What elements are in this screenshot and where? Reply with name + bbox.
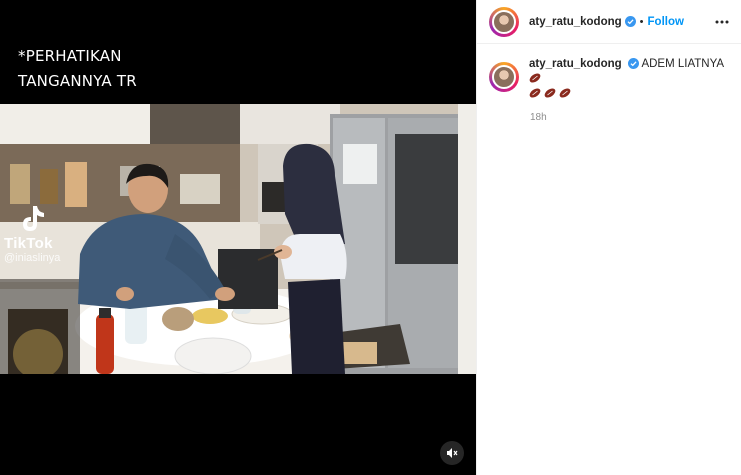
caption-text: ADEM LIATNYA xyxy=(641,58,724,70)
tiktok-brand-text: TikTok xyxy=(4,235,53,252)
tiktok-logo-icon xyxy=(23,206,44,231)
header-username[interactable]: aty_ratu_kodong xyxy=(529,16,622,28)
video-scene-image xyxy=(0,104,476,374)
rugby-football-icon xyxy=(544,88,556,98)
post-timestamp[interactable]: 18h xyxy=(530,112,741,123)
instagram-post: *PERHATIKAN TANGANNYA TR TikTok @iniasli… xyxy=(0,0,741,475)
rugby-football-icon xyxy=(560,88,571,98)
avatar-image xyxy=(492,9,516,34)
post-sidebar: aty_ratu_kodong • Follow aty_ratu_kodong xyxy=(476,0,741,475)
post-caption: aty_ratu_kodong ADEM LIATNYA xyxy=(477,44,741,102)
mute-button[interactable] xyxy=(440,441,464,465)
follow-button[interactable]: Follow xyxy=(648,16,684,28)
video-overlay-text: *PERHATIKAN TANGANNYA TR xyxy=(18,44,137,94)
rugby-football-icon xyxy=(529,88,541,98)
caption-avatar-image xyxy=(492,65,516,89)
video-frame[interactable] xyxy=(0,104,476,374)
caption-verified-badge-icon xyxy=(627,58,639,69)
avatar[interactable] xyxy=(489,6,519,37)
caption-username[interactable]: aty_ratu_kodong xyxy=(529,58,622,70)
caption-avatar[interactable] xyxy=(489,62,519,92)
overlay-line-2: TANGANNYA TR xyxy=(18,72,137,90)
overlay-line-1: *PERHATIKAN xyxy=(18,47,122,65)
more-options-button[interactable] xyxy=(715,20,729,24)
post-header: aty_ratu_kodong • Follow xyxy=(477,0,741,44)
separator-dot: • xyxy=(639,15,644,28)
more-horizontal-icon xyxy=(715,20,729,23)
caption-body: aty_ratu_kodong ADEM LIATNYA xyxy=(529,57,729,102)
tiktok-watermark: TikTok @iniaslinya xyxy=(4,204,60,264)
tiktok-handle-text: @iniaslinya xyxy=(4,252,61,264)
verified-badge-icon xyxy=(624,16,636,27)
rugby-football-icon xyxy=(529,73,541,83)
muted-speaker-icon xyxy=(447,448,458,458)
post-media[interactable]: *PERHATIKAN TANGANNYA TR TikTok @iniasli… xyxy=(0,0,476,475)
